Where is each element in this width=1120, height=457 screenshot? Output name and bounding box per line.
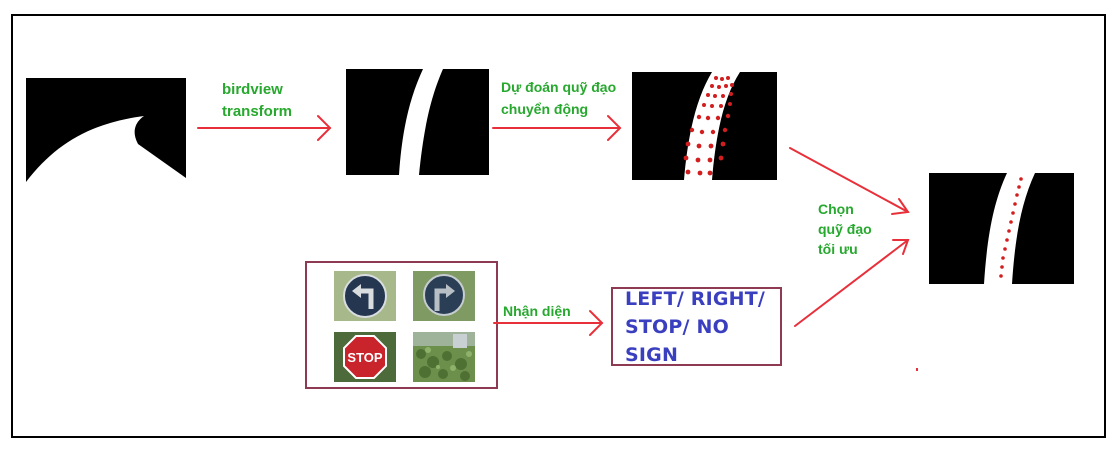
birdview-label: birdview transform (222, 79, 292, 123)
predict-label-line1: Dự đoán quỹ đạo (501, 79, 617, 95)
turn-right-sign-image (413, 271, 475, 321)
trajectory-prediction-image (632, 72, 777, 180)
birdview-label-line1: birdview (222, 81, 283, 98)
recognize-label: Nhận diện (503, 300, 571, 322)
optimal-trajectory-image (929, 173, 1074, 284)
choose-label-line1: Chọn (818, 201, 854, 217)
predict-label: Dự đoán quỹ đạo chuyển động (501, 76, 616, 120)
predict-label-line2: chuyển động (501, 101, 589, 117)
recognition-result-box: LEFT/ RIGHT/ STOP/ NO SIGN (611, 287, 782, 366)
traffic-sign-samples: STOP (305, 261, 498, 389)
choose-label-line3: tối ưu (818, 241, 858, 257)
stop-sign-text: STOP (347, 350, 382, 365)
result-line1: LEFT/ RIGHT/ (625, 287, 766, 310)
choose-label: Chọn quỹ đạo tối ưu (818, 199, 872, 259)
result-line2: STOP/ NO SIGN (625, 315, 729, 366)
choose-label-line2: quỹ đạo (818, 221, 872, 237)
birdview-image (346, 69, 489, 175)
birdview-label-line2: transform (222, 103, 293, 120)
recognize-label-text: Nhận diện (503, 303, 571, 319)
camera-view-image (26, 78, 186, 182)
turn-left-sign-image (334, 271, 396, 321)
stop-sign-image: STOP (334, 332, 396, 382)
no-sign-image (413, 332, 475, 382)
